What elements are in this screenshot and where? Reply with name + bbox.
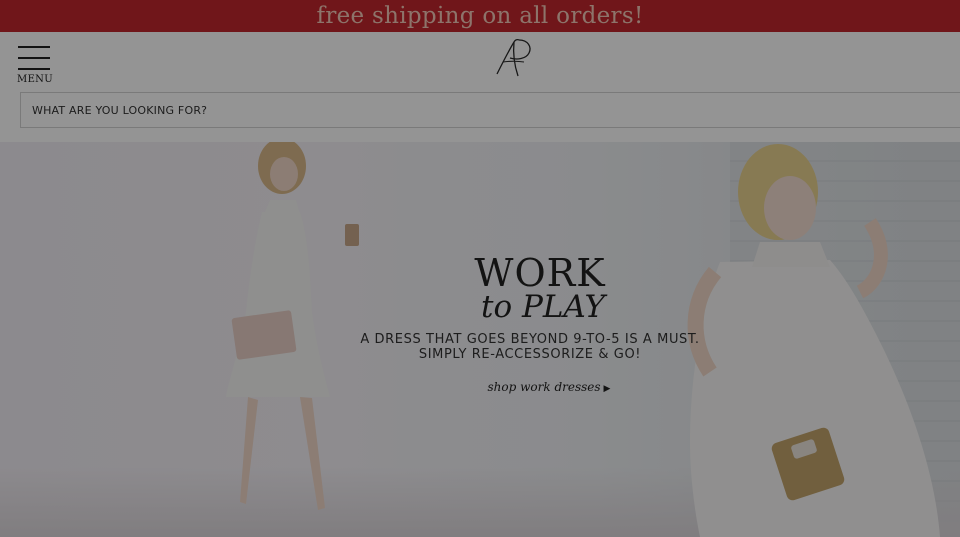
site-header: MENU (0, 32, 960, 142)
brand-logo[interactable] (488, 34, 536, 82)
hero-subtitle-line: A DRESS THAT GOES BEYOND 9-TO-5 IS A MUS… (360, 332, 700, 347)
hamburger-icon-line (18, 57, 50, 59)
hamburger-icon (18, 46, 50, 48)
shop-work-dresses-link[interactable]: shop work dresses ▶ (488, 380, 611, 394)
hero-title-script: to PLAY (480, 289, 605, 325)
search-input[interactable] (21, 93, 960, 127)
menu-label: MENU (17, 74, 53, 85)
search-bar (20, 92, 960, 128)
cta-label: shop work dresses (487, 380, 601, 394)
arrow-right-icon: ▶ (603, 384, 611, 394)
hamburger-icon-line (18, 68, 50, 70)
hero-copy: WORK to PLAY A DRESS THAT GOES BEYOND 9-… (330, 254, 730, 395)
promo-text: free shipping on all orders! (316, 3, 644, 29)
hero-subtitle: A DRESS THAT GOES BEYOND 9-TO-5 IS A MUS… (330, 332, 730, 362)
promo-banner: free shipping on all orders! (0, 0, 960, 32)
menu-button[interactable]: MENU (14, 42, 56, 88)
hero-banner[interactable]: WORK to PLAY A DRESS THAT GOES BEYOND 9-… (0, 142, 960, 537)
hero-subtitle-line: SIMPLY RE-ACCESSORIZE & GO! (418, 347, 642, 362)
monogram-logo-icon (496, 38, 531, 77)
hero-title: WORK (474, 251, 606, 295)
